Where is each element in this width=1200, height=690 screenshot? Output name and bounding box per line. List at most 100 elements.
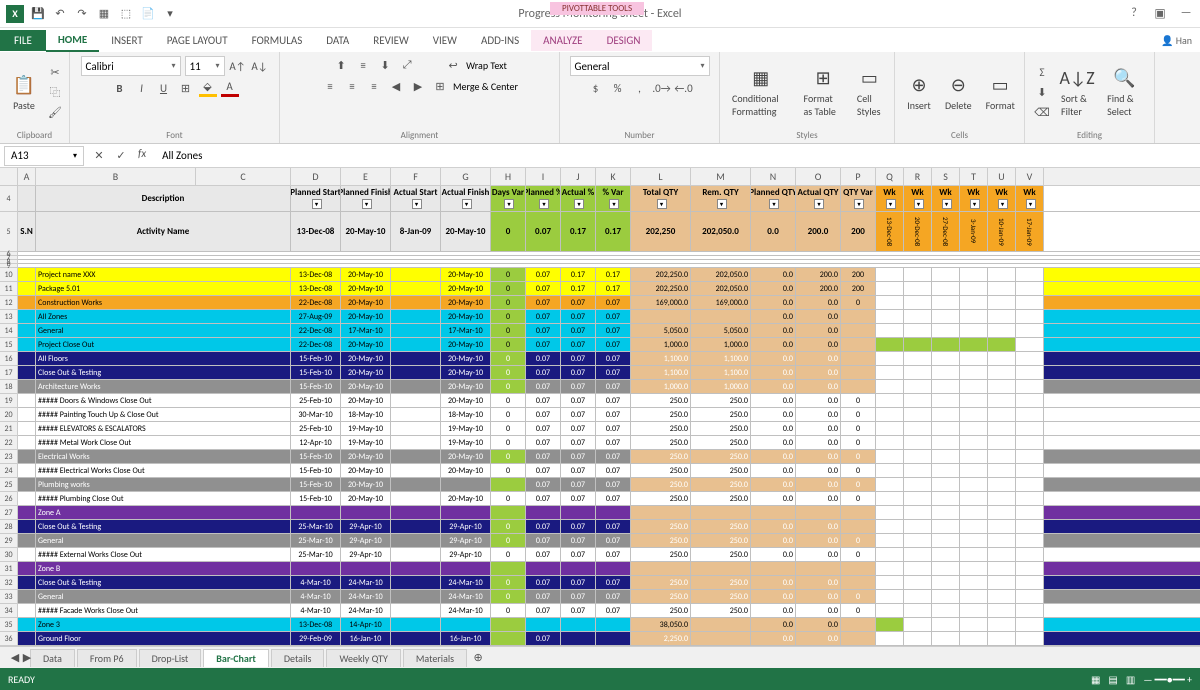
tab-analyze[interactable]: ANALYZE [531,30,594,51]
align-bottom-icon[interactable]: ⬇ [376,56,394,74]
filter-icon[interactable]: ▾ [717,199,727,209]
col-header[interactable]: H [491,168,526,185]
tab-insert[interactable]: INSERT [99,30,155,51]
indent-increase-icon[interactable]: ▶ [409,77,427,95]
ribbon-options-icon[interactable]: ▣ [1152,6,1168,22]
wrap-text-icon[interactable]: ↩ [444,56,462,74]
worksheet[interactable]: A B C D E F G H I J K L M N O P Q R S T … [0,168,1200,646]
cell-styles-button[interactable]: ▭Cell Styles [853,64,886,120]
paste-button[interactable]: 📋 Paste [8,71,40,114]
number-format-combo[interactable]: General▾ [570,56,710,76]
filter-icon[interactable]: ▾ [462,199,472,209]
filter-icon[interactable]: ▾ [854,199,864,209]
filter-icon[interactable]: ▾ [942,199,952,209]
tab-home[interactable]: HOME [46,29,99,52]
cancel-icon[interactable]: ✕ [90,147,108,165]
col-header[interactable]: D [291,168,341,185]
merge-icon[interactable]: ⊞ [431,77,449,95]
insert-cells-button[interactable]: ⊕Insert [903,71,935,114]
italic-button[interactable]: I [133,79,151,97]
wrap-text-button[interactable]: Wrap Text [466,59,507,72]
underline-button[interactable]: U [155,79,173,97]
increase-decimal-icon[interactable]: .0→ [653,79,671,97]
percent-icon[interactable]: % [609,79,627,97]
sheet-tab[interactable]: Data [30,649,75,667]
table-row[interactable]: Zone B [18,562,1200,576]
col-header[interactable]: G [441,168,491,185]
cut-icon[interactable]: ✂ [46,63,64,81]
filter-icon[interactable]: ▾ [914,199,924,209]
sheet-tab[interactable]: Materials [403,649,467,667]
col-header[interactable]: K [596,168,631,185]
align-left-icon[interactable]: ≡ [321,77,339,95]
copy-icon[interactable]: ⿻ [46,83,64,101]
table-row[interactable]: ##### Metal Work Close Out12-Apr-1019-Ma… [18,436,1200,450]
tab-data[interactable]: DATA [314,30,361,51]
find-select-button[interactable]: 🔍Find & Select [1103,64,1146,120]
table-row[interactable]: Electrical Works15-Feb-1020-May-1020-May… [18,450,1200,464]
tab-formulas[interactable]: FORMULAS [240,30,315,51]
tab-design[interactable]: DESIGN [595,30,653,51]
enter-icon[interactable]: ✓ [112,147,130,165]
currency-icon[interactable]: $ [587,79,605,97]
col-header[interactable]: B [36,168,196,185]
sort-filter-button[interactable]: A↓ZSort & Filter [1057,64,1097,120]
table-row[interactable]: Project name XXX13-Dec-0820-May-1020-May… [18,268,1200,282]
save-icon[interactable]: 💾 [30,6,46,22]
table-row[interactable]: All Floors15-Feb-1020-May-1020-May-1000.… [18,352,1200,366]
table-row[interactable]: Zone 313-Dec-0814-Apr-1038,050.00.00.0 [18,618,1200,632]
tab-review[interactable]: REVIEW [361,30,421,51]
fill-color-icon[interactable]: ⬙ [199,79,217,97]
filter-icon[interactable]: ▾ [412,199,422,209]
fx-icon[interactable]: fx [134,147,150,165]
font-color-icon[interactable]: A [221,79,239,97]
undo-icon[interactable]: ↶ [52,6,68,22]
redo-icon[interactable]: ↷ [74,6,90,22]
sheet-tab[interactable]: Drop-List [139,649,202,667]
col-header[interactable]: U [988,168,1016,185]
col-header[interactable]: T [960,168,988,185]
col-header[interactable]: P [841,168,876,185]
col-header[interactable]: Q [876,168,904,185]
table-row[interactable]: General4-Mar-1024-Mar-1024-Mar-1000.070.… [18,590,1200,604]
col-header[interactable]: F [391,168,441,185]
file-tab[interactable]: FILE [0,30,46,51]
table-row[interactable]: Zone A [18,506,1200,520]
table-row[interactable]: Close Out & Testing4-Mar-1024-Mar-1024-M… [18,576,1200,590]
filter-icon[interactable]: ▾ [539,199,549,209]
font-size-combo[interactable]: 11▾ [185,56,225,76]
table-row[interactable]: Construction Works22-Dec-0820-May-1020-M… [18,296,1200,310]
col-header[interactable]: S [932,168,960,185]
view-normal-icon[interactable]: ▦ [1091,673,1100,686]
col-header[interactable]: R [904,168,932,185]
filter-icon[interactable]: ▾ [362,199,372,209]
sheet-tab[interactable]: Bar-Chart [203,649,269,667]
decrease-font-icon[interactable]: A↓ [251,57,269,75]
qat-icon[interactable]: 📄 [140,6,156,22]
table-row[interactable]: ##### Electrical Works Close Out15-Feb-1… [18,464,1200,478]
col-header[interactable]: O [796,168,841,185]
table-row[interactable]: Plumbing works15-Feb-1020-May-100.070.07… [18,478,1200,492]
tab-view[interactable]: VIEW [421,30,469,51]
table-row[interactable]: General22-Dec-0817-Mar-1017-Mar-1000.070… [18,324,1200,338]
filter-icon[interactable]: ▾ [886,199,896,209]
orientation-icon[interactable]: ⤢ [398,56,416,74]
tab-page-layout[interactable]: PAGE LAYOUT [155,30,240,51]
col-header[interactable]: V [1016,168,1044,185]
font-name-combo[interactable]: Calibri▾ [81,56,181,76]
table-row[interactable]: General25-Mar-1029-Apr-1029-Apr-1000.070… [18,534,1200,548]
fill-icon[interactable]: ⬇ [1033,83,1051,101]
qat-dropdown-icon[interactable]: ▾ [162,6,178,22]
filter-icon[interactable]: ▾ [657,199,667,209]
conditional-formatting-button[interactable]: ▦Conditional Formatting [728,64,793,120]
sheet-tab[interactable]: From P6 [77,649,137,667]
table-row[interactable]: ##### ELEVATORS & ESCALATORS25-Feb-1019-… [18,422,1200,436]
tab-nav-next-icon[interactable]: ▶ [18,649,36,667]
align-right-icon[interactable]: ≡ [365,77,383,95]
border-icon[interactable]: ⊞ [177,79,195,97]
col-header[interactable]: A [18,168,36,185]
col-header[interactable]: I [526,168,561,185]
qat-icon[interactable]: ▦ [96,6,112,22]
table-row[interactable]: All Zones27-Aug-0920-May-1020-May-1000.0… [18,310,1200,324]
align-top-icon[interactable]: ⬆ [332,56,350,74]
